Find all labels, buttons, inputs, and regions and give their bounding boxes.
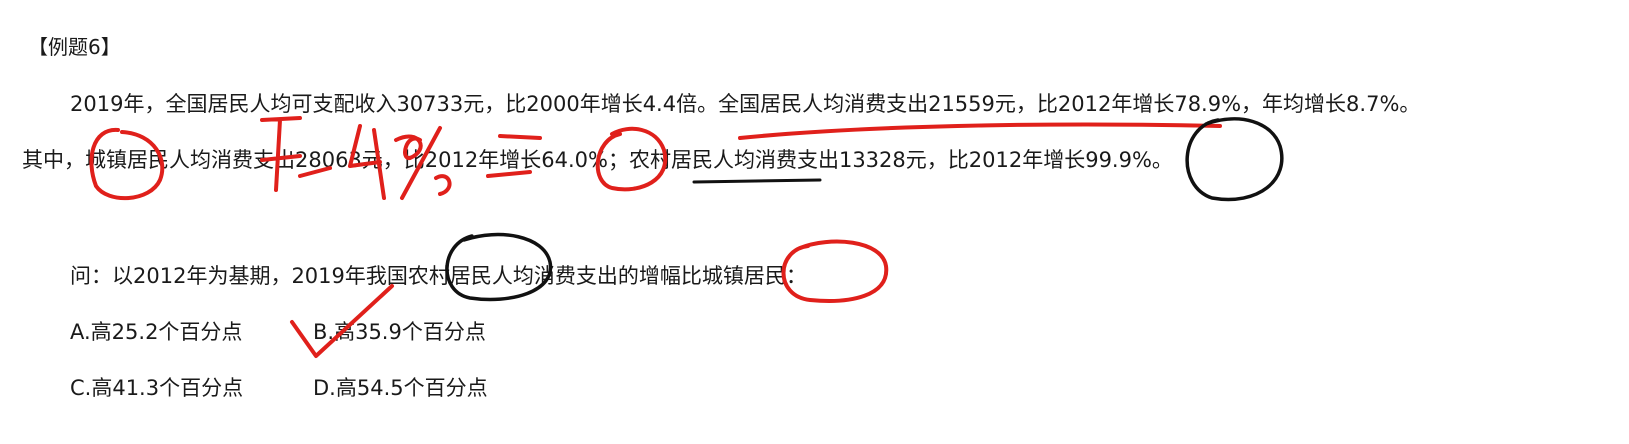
option-c[interactable]: C.高41.3个百分点 xyxy=(70,374,243,402)
option-d[interactable]: D.高54.5个百分点 xyxy=(313,374,488,402)
black-circle-99 xyxy=(1185,117,1284,202)
paragraph-income: 2019年，全国居民人均可支配收入30733元，比2000年增长4.4倍。全国居… xyxy=(70,92,1421,116)
option-a[interactable]: A.高25.2个百分点 xyxy=(70,318,242,346)
option-b[interactable]: B.高35.9个百分点 xyxy=(313,318,486,346)
red-line-rural xyxy=(738,122,1222,140)
paragraph-consumption: 其中，城镇居民人均消费支出28063元，比2012年增长64.0%；农村居民人均… xyxy=(22,148,1173,172)
question-text: 问：以2012年为基期，2019年我国农村居民人均消费支出的增幅比城镇居民： xyxy=(70,264,807,288)
handwriting-overlay xyxy=(89,116,1284,358)
black-underline-rural xyxy=(692,178,822,184)
example-title: 【例题6】 xyxy=(28,35,121,59)
